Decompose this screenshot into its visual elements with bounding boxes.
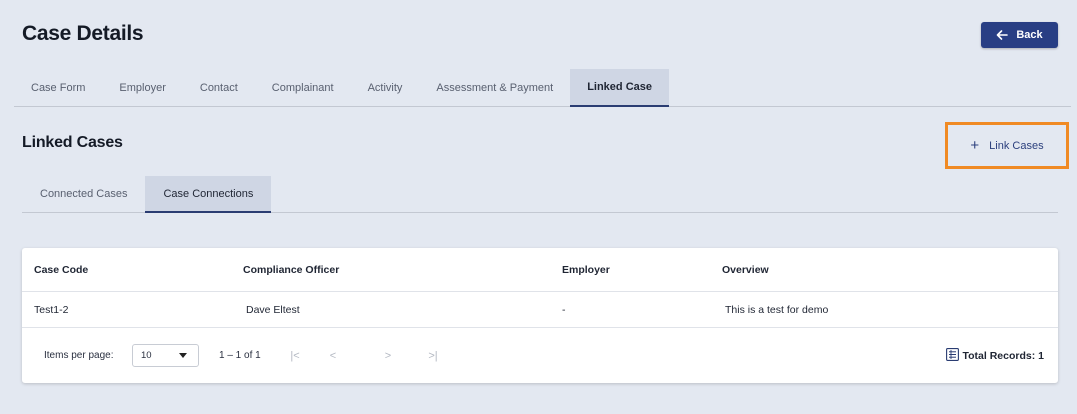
column-header-overview[interactable]: Overview	[722, 248, 769, 291]
tab-contact[interactable]: Contact	[183, 69, 255, 106]
cell-overview: This is a test for demo	[725, 303, 829, 316]
total-records-label: Total Records: 1	[962, 349, 1045, 362]
back-button-label: Back	[1016, 29, 1043, 41]
column-header-employer[interactable]: Employer	[562, 248, 610, 291]
next-page-button[interactable]: >	[380, 328, 396, 383]
items-per-page-label: Items per page:	[44, 350, 114, 361]
cell-case-code: Test1-2	[34, 303, 69, 316]
main-tab-bar: Case Form Employer Contact Complainant A…	[14, 69, 1071, 107]
cell-compliance-officer: Dave Eltest	[246, 303, 300, 316]
tab-connected-cases[interactable]: Connected Cases	[22, 176, 145, 212]
last-page-button[interactable]: >|	[425, 328, 441, 383]
tab-activity[interactable]: Activity	[351, 69, 420, 106]
tab-complainant[interactable]: Complainant	[255, 69, 351, 106]
tab-assessment-payment[interactable]: Assessment & Payment	[419, 69, 570, 106]
cell-employer: -	[562, 303, 566, 316]
page-range-label: 1 – 1 of 1	[219, 350, 261, 361]
plus-icon: +	[970, 136, 980, 154]
tab-employer[interactable]: Employer	[102, 69, 182, 106]
link-cases-label: Link Cases	[989, 139, 1044, 152]
tab-case-form[interactable]: Case Form	[14, 69, 102, 106]
page-title: Case Details	[22, 22, 144, 45]
link-cases-button[interactable]: + Link Cases	[945, 122, 1069, 169]
table-row[interactable]: Test1-2 Dave Eltest - This is a test for…	[22, 292, 1058, 328]
paginator: Items per page: 10 1 – 1 of 1 |< < > >| …	[22, 328, 1058, 383]
column-header-case-code[interactable]: Case Code	[34, 248, 88, 291]
section-title: Linked Cases	[22, 134, 123, 151]
items-per-page-select[interactable]: 10	[132, 344, 199, 367]
list-icon	[945, 347, 959, 364]
previous-page-button[interactable]: <	[325, 328, 341, 383]
back-button[interactable]: Back	[981, 22, 1058, 48]
tab-case-connections[interactable]: Case Connections	[145, 176, 272, 213]
items-per-page-value: 10	[141, 350, 152, 361]
arrow-left-icon	[996, 30, 1009, 40]
linked-cases-table: Case Code Compliance Officer Employer Ov…	[22, 248, 1058, 383]
caret-down-icon	[179, 353, 187, 358]
first-page-button[interactable]: |<	[287, 328, 303, 383]
sub-tab-bar: Connected Cases Case Connections	[22, 176, 1058, 213]
table-header-row: Case Code Compliance Officer Employer Ov…	[22, 248, 1058, 292]
tab-linked-case[interactable]: Linked Case	[570, 69, 669, 107]
total-records: Total Records: 1	[945, 328, 1045, 383]
column-header-compliance-officer[interactable]: Compliance Officer	[243, 248, 339, 291]
